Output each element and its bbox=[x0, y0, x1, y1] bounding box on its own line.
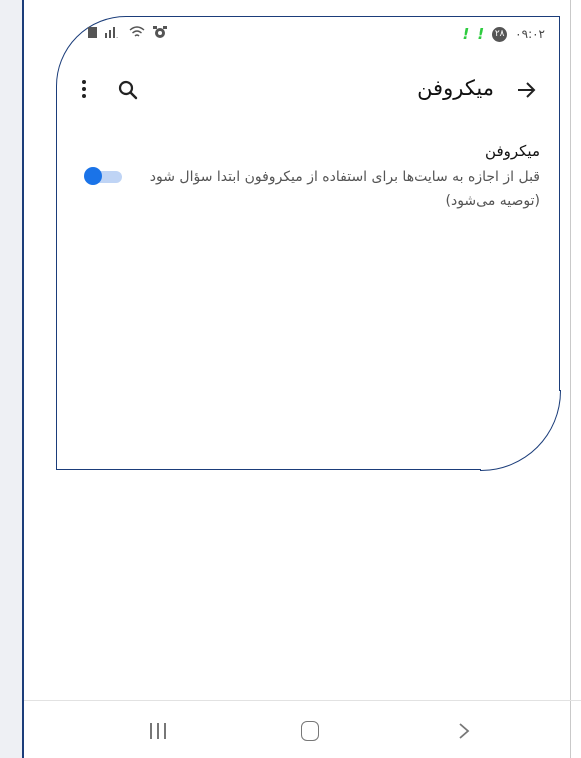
microphone-toggle[interactable] bbox=[84, 167, 122, 185]
status-right-icons: ! ! ۲۸ ۰۹:۰۲ bbox=[462, 25, 545, 43]
toggle-thumb bbox=[84, 167, 102, 185]
setting-description: قبل از اجازه به سایت‌ها برای استفاده از … bbox=[149, 169, 540, 209]
notification-warning-icon: ! bbox=[477, 25, 485, 43]
notification-count-badge: ۲۸ bbox=[492, 26, 508, 42]
alarm-icon bbox=[153, 26, 167, 38]
microphone-setting-row[interactable]: میکروفن قبل از اجازه به سایت‌ها برای است… bbox=[70, 140, 540, 240]
system-nav-bar bbox=[24, 701, 570, 758]
svg-text:.: . bbox=[116, 32, 118, 38]
status-bar: . ! ! ۲۸ ۰۹:۰۲ bbox=[80, 22, 545, 46]
status-left-icons: . bbox=[88, 25, 167, 39]
left-border-line bbox=[22, 0, 24, 758]
page-background-left bbox=[0, 0, 22, 758]
right-border-line bbox=[570, 0, 571, 758]
home-icon[interactable] bbox=[301, 721, 319, 741]
back-arrow-icon[interactable] bbox=[516, 80, 536, 100]
signal-icon: . bbox=[105, 27, 118, 38]
setting-title: میکروفن bbox=[485, 142, 540, 160]
square-icon bbox=[88, 26, 97, 38]
status-time: ۰۹:۰۲ bbox=[515, 27, 545, 41]
more-vert-icon[interactable] bbox=[78, 77, 90, 103]
notification-warning-icon: ! bbox=[462, 25, 470, 43]
recent-apps-icon[interactable] bbox=[150, 723, 166, 739]
back-icon[interactable] bbox=[454, 721, 474, 741]
page-title: میکروفن bbox=[417, 76, 494, 100]
search-icon[interactable] bbox=[116, 78, 140, 102]
app-bar: میکروفن bbox=[70, 72, 550, 108]
wifi-icon bbox=[129, 25, 145, 37]
